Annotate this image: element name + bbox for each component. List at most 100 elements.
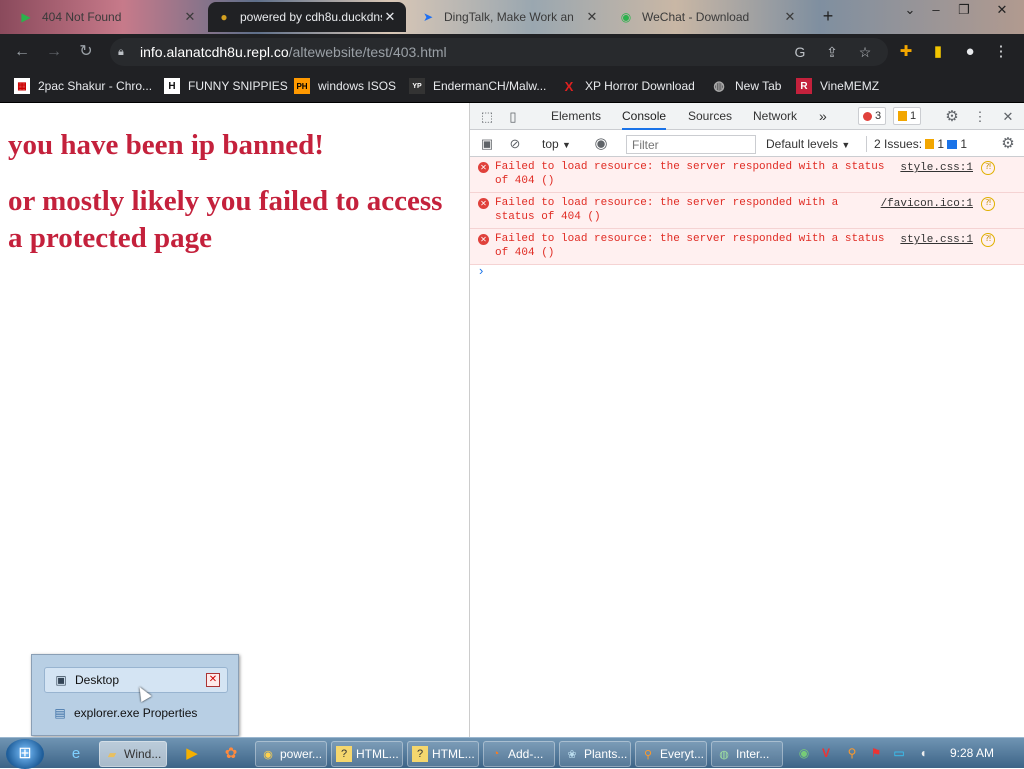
more-options-icon[interactable]: ⋮ [971,108,989,126]
forward-arrow-icon[interactable]: → [44,42,64,62]
tab-sources[interactable]: Sources [688,103,732,130]
message-text: Failed to load resource: the server resp… [495,197,839,223]
tab-title: DingTalk, Make Work an [444,10,574,24]
error-icon: ✕ [478,198,489,209]
devtools-tab-bar: ⬚ ▯ Elements Console Sources Network » 3… [470,103,1024,130]
star-icon[interactable]: ☆ [855,42,875,62]
console-prompt[interactable]: › [479,263,483,278]
page-subheading: or mostly likely you failed to access a … [8,185,443,254]
taskbar-label: Everyt... [660,747,705,761]
taskbar-button-plants[interactable]: ❀ Plants... [559,741,631,767]
extensions-icon[interactable]: ✚ [895,42,917,62]
close-devtools-icon[interactable]: ✕ [999,108,1017,126]
taskbar-button-internet[interactable]: ◍ Inter... [711,741,783,767]
console-toolbar: ▣ ⊘ top ▼ ◉ Default levels ▼ 2 Issues: 1… [470,131,1024,157]
log-levels-dropdown[interactable]: Default levels ▼ [766,137,850,151]
new-tab-button[interactable]: + [818,6,838,26]
close-icon[interactable]: ✕ [206,673,220,687]
bookmark-vinememz[interactable]: R VineMEMZ [796,76,879,96]
more-tabs-icon[interactable]: » [819,103,827,130]
close-icon[interactable]: ✕ [584,9,600,25]
google-lens-icon[interactable]: G [790,42,810,62]
help-icon: ? [412,746,428,762]
taskbar-button-html-help-2[interactable]: ? HTML... [407,741,479,767]
close-icon[interactable]: ✕ [782,9,798,25]
back-arrow-icon[interactable]: ← [12,42,32,62]
tab-404-not-found[interactable]: ▶ 404 Not Found ✕ [10,2,206,32]
search-tray-icon[interactable]: ⚲ [844,745,860,761]
bookmark-label: EndermanCH/Malw... [433,79,547,93]
settings-gear-icon[interactable]: ⚙ [943,108,961,126]
bookmark-windows-isos[interactable]: PH windows ISOS [294,76,396,96]
inspect-icon[interactable]: ⬚ [478,108,496,126]
message-source-link[interactable]: style.css:1 [900,233,973,247]
address-bar[interactable]: 🔒︎ info.alanatcdh8u.repl.co/altewebsite/… [110,38,888,66]
lookup-icon[interactable]: ⁈ [981,161,995,175]
message-source-link[interactable]: /favicon.ico:1 [881,197,973,211]
tab-wechat[interactable]: ◉ WeChat - Download ✕ [610,2,806,32]
bookmark-xp-horror[interactable]: X XP Horror Download [561,76,695,96]
folder-icon: ▰ [107,748,117,761]
tab-title: 404 Not Found [42,10,122,24]
minimize-button[interactable]: – [922,2,950,20]
ph-icon: PH [294,78,310,94]
close-window-button[interactable]: ✕ [988,2,1016,20]
wechat-icon: ◉ [620,10,632,24]
network-tray-icon[interactable]: ◉ [796,745,812,761]
lock-icon[interactable]: 🔒︎ [118,46,132,59]
console-error-message[interactable]: ✕ Failed to load resource: the server re… [470,193,1024,229]
taskbar-label: Add-... [508,747,544,761]
play-icon: ▶ [21,10,31,24]
error-count-badge[interactable]: 3 [858,107,887,125]
close-icon[interactable]: ✕ [182,9,198,25]
taskbar-button-firefox[interactable]: ◔ Add-... [483,741,555,767]
flag-tray-icon[interactable]: ⚑ [868,745,884,761]
jumplist-item-properties[interactable]: ▤ explorer.exe Properties [44,700,228,726]
reload-icon[interactable]: ↻ [76,42,96,62]
taskbar-button-chrome[interactable]: ◉ power... [255,741,327,767]
tab-network[interactable]: Network [753,103,797,130]
context-selector[interactable]: top ▼ [542,137,571,151]
filter-input[interactable] [626,135,756,154]
start-button[interactable]: ⊞ [6,739,44,769]
console-error-message[interactable]: ✕ Failed to load resource: the server re… [470,229,1024,265]
globe-icon: ● [220,10,228,24]
sidebar-toggle-icon[interactable]: ▣ [478,135,496,153]
profile-avatar-icon[interactable]: ● [959,42,981,62]
paint-icon[interactable]: ✿ [219,742,243,766]
tab-dingtalk[interactable]: ➤ DingTalk, Make Work an ✕ [412,2,608,32]
share-icon[interactable]: ⇪ [822,42,842,62]
bookmark-2pac[interactable]: ▦ 2pac Shakur - Chro... [14,76,152,96]
message-source-link[interactable]: style.css:1 [900,161,973,175]
media-icon[interactable]: ▶ [180,742,204,766]
tab-powered-by[interactable]: ● powered by cdh8u.duckdns ✕ [208,2,406,32]
sidebar-icon[interactable]: ▮ [927,42,949,62]
ie-icon[interactable]: e [64,742,88,766]
console-settings-icon[interactable]: ⚙ [999,135,1017,153]
taskbar-button-everything[interactable]: ⚲ Everyt... [635,741,707,767]
bookmark-new-tab[interactable]: ◍ New Tab [711,76,781,96]
monitor-tray-icon[interactable]: ▭ [891,745,907,761]
restore-button[interactable]: ❐ [950,2,978,20]
taskbar-button-windows-explorer[interactable]: ▰ Wind... [99,741,167,767]
device-toolbar-icon[interactable]: ▯ [504,108,522,126]
issues-button[interactable]: 2 Issues: 1 1 [866,136,967,152]
close-icon[interactable]: ✕ [382,9,398,25]
warning-count-badge[interactable]: 1 [893,107,922,125]
lookup-icon[interactable]: ⁈ [981,233,995,247]
clear-console-icon[interactable]: ⊘ [506,135,524,153]
antivirus-tray-icon[interactable]: V [818,745,834,761]
chevron-down-icon[interactable]: ⌄ [896,2,924,20]
bookmark-funny-snippies[interactable]: H FUNNY SNIPPIES [164,76,288,96]
eye-icon[interactable]: ◉ [592,135,610,153]
tab-elements[interactable]: Elements [551,103,601,130]
lookup-icon[interactable]: ⁈ [981,197,995,211]
tab-console[interactable]: Console [622,103,667,130]
volume-tray-icon[interactable]: ◖ [915,745,931,761]
taskbar-button-html-help-1[interactable]: ? HTML... [331,741,403,767]
issues-label: 2 Issues: [874,137,923,151]
menu-icon[interactable]: ⋮ [990,42,1012,62]
taskbar-clock[interactable]: 9:28 AM [950,746,994,760]
bookmark-endermanch[interactable]: YP EndermanCH/Malw... [409,76,546,96]
console-error-message[interactable]: ✕ Failed to load resource: the server re… [470,157,1024,193]
